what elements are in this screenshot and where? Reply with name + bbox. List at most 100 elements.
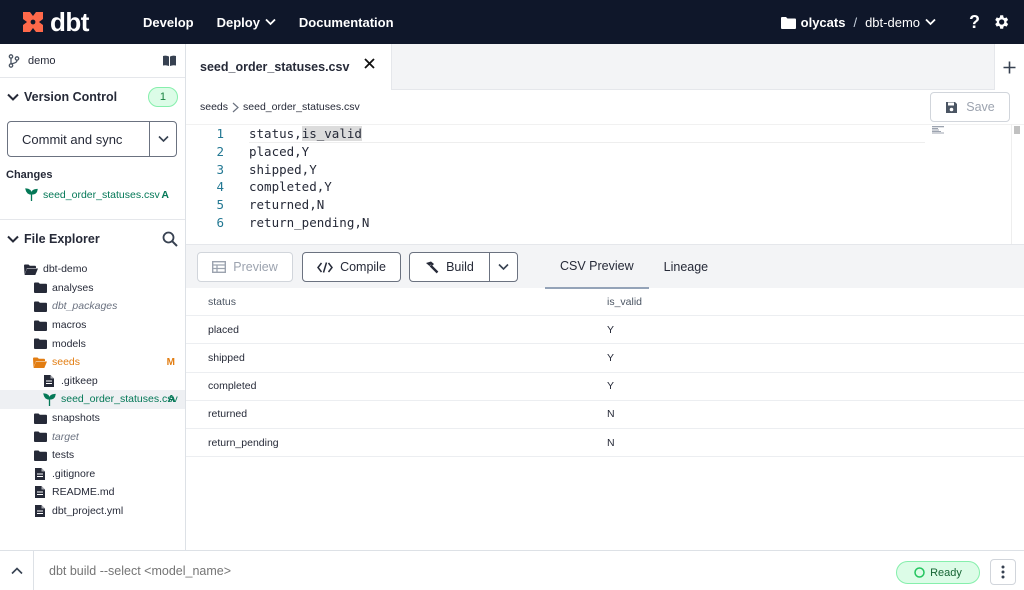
folder-open-icon [24, 264, 38, 275]
dbt-logo[interactable]: dbt [20, 7, 120, 38]
tree-item[interactable]: tests [0, 446, 185, 465]
git-status-badge: M [166, 356, 175, 368]
tree-item[interactable]: README.md [0, 483, 185, 502]
tree-item[interactable]: snapshots [0, 409, 185, 428]
table-row: return_pending N [186, 429, 1024, 458]
breadcrumb: seeds seed_order_statuses.csv Save [186, 90, 1024, 124]
tab-csv-preview[interactable]: CSV Preview [545, 245, 649, 289]
tree-item[interactable]: models [0, 334, 185, 353]
chevron-down-icon [925, 18, 936, 26]
commit-and-sync-button[interactable]: Commit and sync [7, 121, 177, 157]
tree-item[interactable]: seeds M [0, 353, 185, 372]
line-number: 6 [216, 214, 224, 230]
expand-command-panel-button[interactable] [0, 550, 34, 590]
line-number: 4 [216, 179, 224, 195]
save-icon [946, 101, 958, 113]
editor-scrollbar[interactable] [1011, 124, 1024, 244]
help-icon[interactable]: ? [969, 12, 980, 33]
tree-item[interactable]: dbt_project.yml [0, 502, 185, 521]
file-icon [33, 486, 47, 499]
tree-item[interactable]: seed_order_statuses.csv A [0, 390, 185, 409]
nav-documentation[interactable]: Documentation [299, 15, 394, 30]
project-separator: / [853, 14, 858, 30]
changes-count-badge: 1 [147, 87, 178, 107]
table-row: completed Y [186, 373, 1024, 401]
chevron-down-icon [7, 235, 19, 243]
editor-tab-label: seed_order_statuses.csv [200, 60, 350, 74]
changes-label: Changes [6, 169, 53, 181]
compile-button[interactable]: Compile [302, 252, 401, 282]
version-control-title: Version Control [24, 90, 118, 104]
top-navigation: dbt Develop Deploy Documentation olycats… [0, 0, 1024, 44]
account-name: olycats [800, 14, 846, 30]
tree-item-label: dbt-demo [43, 263, 88, 276]
table-cell: N [607, 436, 615, 449]
tree-item-label: .gitkeep [61, 374, 98, 387]
tree-item[interactable]: dbt_packages [0, 297, 185, 316]
gear-icon[interactable] [992, 13, 1010, 31]
version-control-header[interactable]: Version Control 1 [0, 78, 185, 116]
file-icon [42, 374, 56, 387]
build-button[interactable]: Build [410, 253, 490, 281]
project-selector[interactable]: olycats / dbt-demo [780, 0, 936, 44]
file-icon [33, 505, 47, 518]
tree-item-label: seeds [52, 356, 81, 369]
search-icon[interactable] [162, 231, 178, 247]
compile-label: Compile [340, 260, 386, 274]
tree-item[interactable]: .gitkeep [0, 372, 185, 391]
preview-button[interactable]: Preview [197, 252, 293, 282]
chevron-down-icon [7, 93, 19, 101]
code-line-text: shipped,Y [249, 161, 317, 177]
editor-tab-bar: seed_order_statuses.csv [186, 44, 1024, 90]
tree-item[interactable]: dbt-demo [0, 260, 185, 279]
folder-icon [33, 431, 47, 443]
folder-icon [33, 282, 47, 294]
tree-item-label: tests [52, 449, 75, 462]
code-line: 4 completed,Y [186, 178, 1024, 196]
tree-item[interactable]: macros [0, 316, 185, 335]
close-icon[interactable] [364, 58, 375, 69]
git-branch-icon [8, 53, 20, 68]
table-cell: shipped [208, 351, 245, 364]
dbt-logo-icon [23, 12, 43, 32]
more-options-button[interactable] [990, 559, 1016, 585]
tree-item[interactable]: target [0, 427, 185, 446]
minimap[interactable] [932, 126, 946, 134]
branch-name[interactable]: demo [28, 55, 162, 67]
editor-tab[interactable]: seed_order_statuses.csv [186, 44, 392, 90]
save-button[interactable]: Save [930, 92, 1010, 122]
sidebar: demo Version Control 1 Commit and sync C… [0, 44, 186, 550]
breadcrumb-file: seed_order_statuses.csv [243, 101, 360, 113]
changed-file-item[interactable]: seed_order_statuses.csv A [25, 188, 185, 201]
git-status-badge: A [167, 393, 175, 405]
column-header-is-valid: is_valid [607, 295, 643, 308]
save-label: Save [966, 100, 995, 114]
tree-item-label: snapshots [52, 412, 100, 425]
add-tab-button[interactable] [994, 44, 1024, 90]
nav-develop[interactable]: Develop [143, 15, 194, 30]
book-icon[interactable] [162, 55, 177, 67]
code-line: 2 placed,Y [186, 143, 1024, 161]
tree-item-label: .gitignore [52, 467, 96, 480]
tab-lineage[interactable]: Lineage [649, 245, 724, 289]
seedling-icon [42, 393, 56, 406]
code-line: 5 returned,N [186, 196, 1024, 214]
tree-item-label: analyses [52, 281, 94, 294]
table-row: placed Y [186, 316, 1024, 345]
nav-deploy-label: Deploy [216, 14, 260, 30]
code-line: 3 shipped,Y [186, 160, 1024, 178]
file-explorer-header[interactable]: File Explorer [0, 220, 185, 258]
commit-options-dropdown[interactable] [149, 122, 176, 156]
project-name: dbt-demo [865, 14, 920, 30]
line-number: 1 [216, 126, 224, 142]
hammer-icon [426, 261, 439, 273]
table-row: shipped Y [186, 344, 1024, 373]
code-line-text: returned,N [249, 197, 325, 213]
build-options-dropdown[interactable] [490, 253, 517, 281]
command-input[interactable] [49, 563, 649, 578]
breadcrumb-seeds[interactable]: seeds [200, 101, 228, 113]
tree-item[interactable]: .gitignore [0, 465, 185, 484]
table-cell: Y [607, 380, 615, 393]
nav-deploy[interactable]: Deploy [217, 15, 276, 30]
tree-item[interactable]: analyses [0, 279, 185, 298]
